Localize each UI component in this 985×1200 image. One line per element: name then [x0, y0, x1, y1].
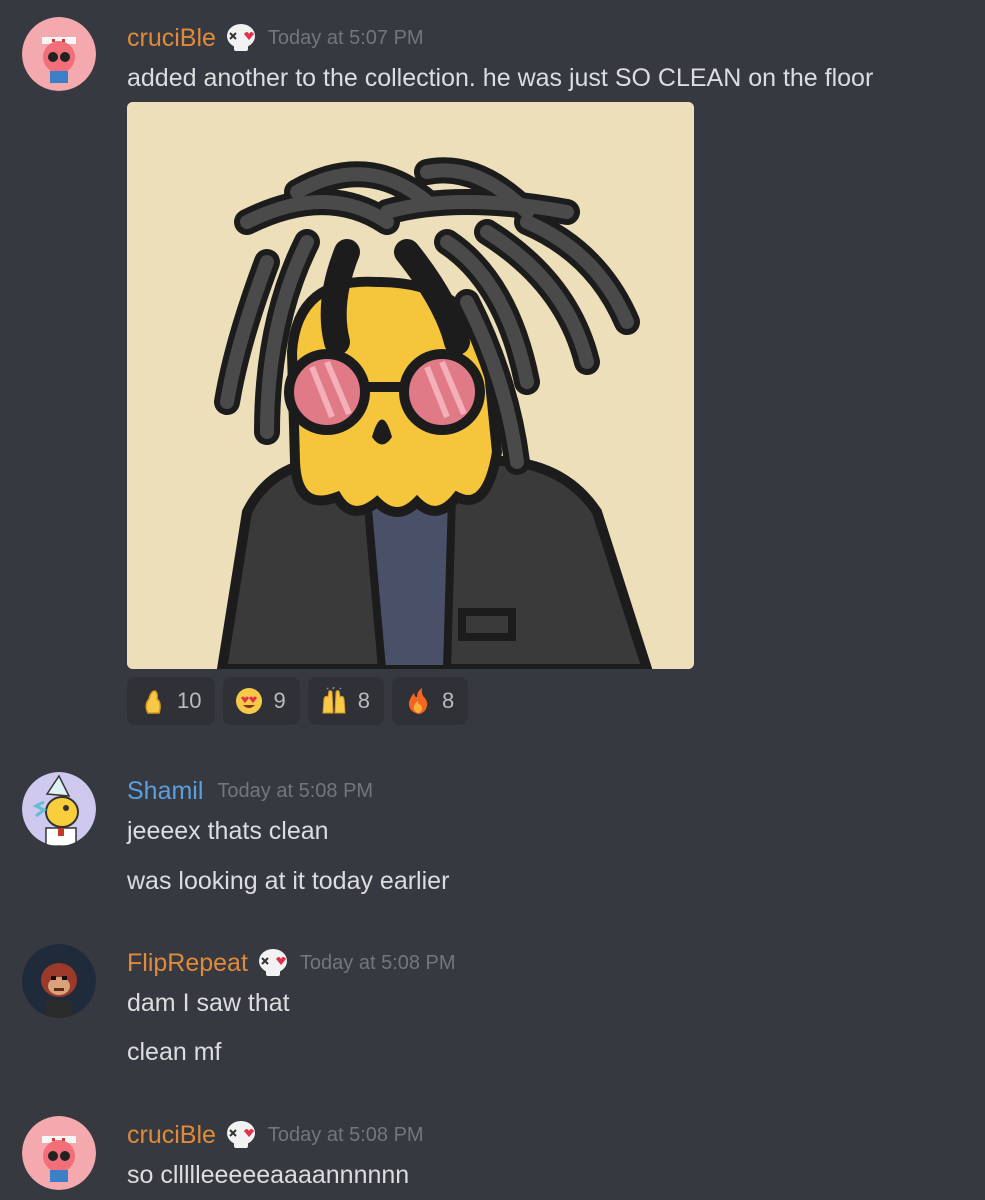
timestamp: Today at 5:08 PM: [267, 1124, 424, 1146]
nft-skull-dreadlocks-image[interactable]: [127, 102, 694, 669]
reaction-count: 8: [357, 688, 370, 713]
reaction-pinched-fingers[interactable]: 10: [127, 677, 216, 725]
message-text: jeeeex thats clean: [127, 817, 329, 845]
username[interactable]: Shamil: [127, 774, 203, 808]
message-header: Shamil Today at 5:08 PM: [127, 774, 373, 808]
timestamp: Today at 5:08 PM: [217, 780, 374, 802]
timestamp: Today at 5:07 PM: [267, 27, 424, 49]
message-text: added another to the collection. he was …: [127, 64, 874, 92]
reactions-bar: 10 9 8 8: [127, 677, 469, 725]
avatar-crucible[interactable]: [22, 1116, 96, 1190]
reaction-count: 9: [273, 688, 286, 713]
fire-icon: [404, 687, 432, 715]
message-header: cruciBle Today at 5:08 PM: [127, 1118, 424, 1152]
avatar-crucible[interactable]: [22, 17, 96, 91]
reaction-count: 8: [441, 688, 455, 713]
avatar-fliprepeat[interactable]: [22, 944, 96, 1018]
timestamp: Today at 5:08 PM: [299, 952, 456, 974]
reaction-raised-hands[interactable]: 8: [307, 677, 384, 725]
reaction-fire[interactable]: 8: [391, 677, 469, 725]
raised-hands-icon: [320, 687, 348, 715]
message-text: was looking at it today earlier: [127, 867, 450, 895]
username[interactable]: cruciBle: [127, 21, 216, 55]
skull-heart-eyes-icon: [222, 1118, 260, 1152]
avatar-shamil[interactable]: [22, 772, 96, 846]
reaction-heart-eyes[interactable]: 9: [223, 677, 300, 725]
heart-eyes-icon: [235, 687, 263, 715]
skull-heart-eyes-icon: [254, 946, 292, 980]
username[interactable]: FlipRepeat: [127, 946, 248, 980]
message-header: FlipRepeat Today at 5:08 PM: [127, 946, 456, 980]
reaction-count: 10: [177, 688, 202, 713]
message-text: dam I saw that: [127, 989, 290, 1017]
message-header: cruciBle Today at 5:07 PM: [127, 21, 424, 55]
pinched-fingers-icon: [139, 687, 167, 715]
username[interactable]: cruciBle: [127, 1118, 216, 1152]
message-text: so cllllleeeeeaaaannnnnn: [127, 1161, 410, 1189]
message-text: clean mf: [127, 1038, 222, 1066]
skull-heart-eyes-icon: [222, 21, 260, 55]
